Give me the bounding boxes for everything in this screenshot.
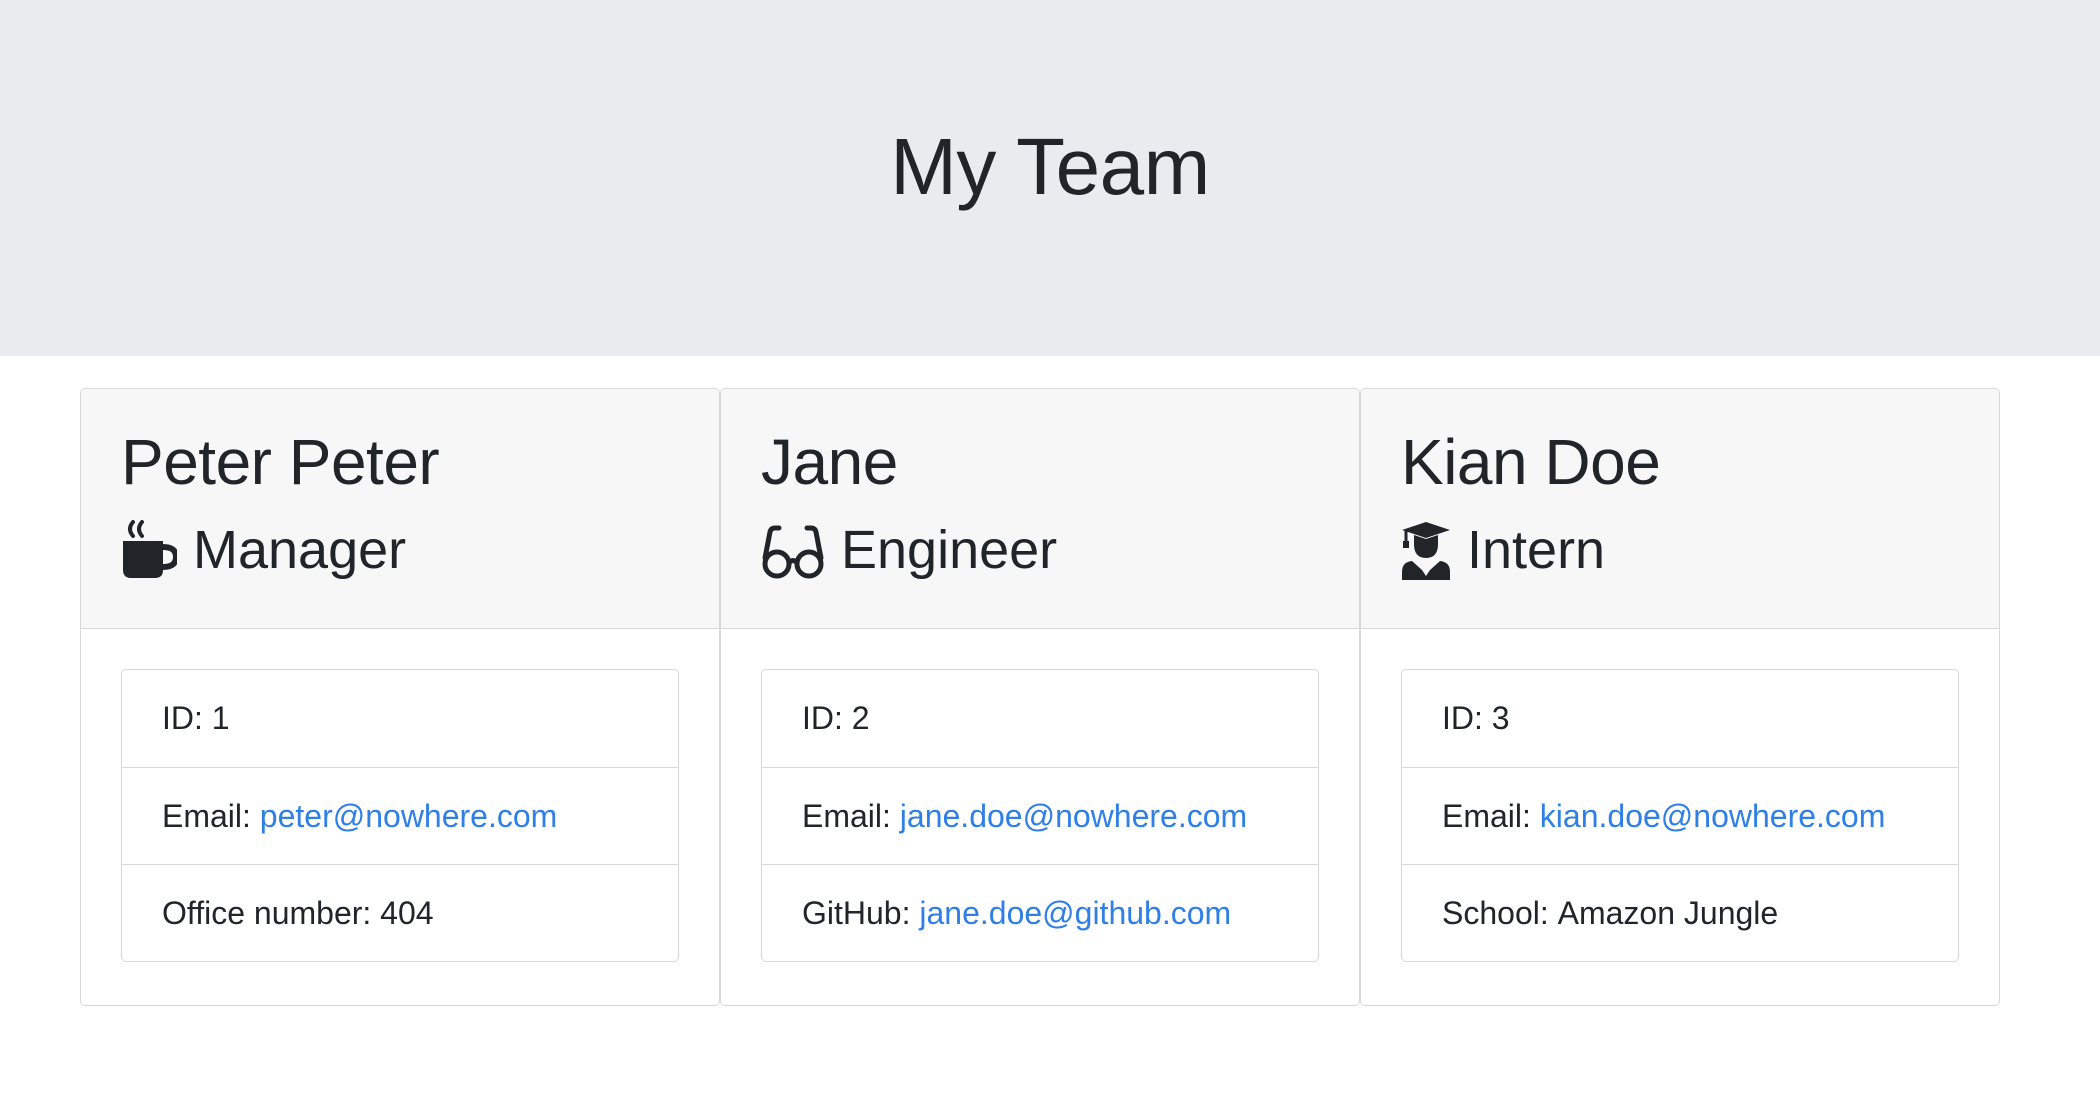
employee-role-label: Intern xyxy=(1467,520,1606,580)
employee-name: Jane xyxy=(761,426,898,498)
employee-name: Kian Doe xyxy=(1401,426,1661,498)
detail-email: Email: peter@nowhere.com xyxy=(122,767,678,864)
page-title: My Team xyxy=(890,122,1210,211)
card-header: Kian Doe Intern xyxy=(1361,389,1999,629)
card-body: ID: 1 Email: peter@nowhere.com Office nu… xyxy=(81,629,719,962)
details-list: ID: 2 Email: jane.doe@nowhere.com GitHub… xyxy=(761,669,1319,962)
detail-id-label: ID: xyxy=(802,700,852,736)
detail-office-number: Office number: 404 xyxy=(122,864,678,961)
team-cards: Peter Peter Manager ID: 1 Email: peter@n… xyxy=(80,388,2001,1008)
employee-card-intern: Kian Doe Intern ID: 3 Email: kian.doe@no… xyxy=(1360,388,2000,1006)
detail-github-label: GitHub: xyxy=(802,894,920,931)
detail-office-number-label: Office number: xyxy=(162,894,381,931)
details-list: ID: 1 Email: peter@nowhere.com Office nu… xyxy=(121,669,679,962)
github-link[interactable]: jane.doe@github.com xyxy=(919,895,1231,932)
detail-id-value: 3 xyxy=(1491,700,1510,736)
detail-id-value: 1 xyxy=(211,700,230,736)
detail-email-label: Email: xyxy=(1442,797,1540,834)
detail-email-label: Email: xyxy=(802,797,900,834)
employee-role-label: Engineer xyxy=(841,520,1058,580)
employee-card-engineer: Jane Engineer ID: 2 Email: jane.doe@nowh… xyxy=(720,388,1360,1006)
card-body: ID: 2 Email: jane.doe@nowhere.com GitHub… xyxy=(721,629,1359,962)
detail-id: ID: 1 xyxy=(122,670,678,767)
employee-role: Manager xyxy=(121,515,719,585)
detail-id-value: 2 xyxy=(851,700,870,736)
detail-email-label: Email: xyxy=(162,797,260,834)
employee-role-label: Manager xyxy=(193,520,407,580)
jumbotron-header: My Team xyxy=(0,0,2100,356)
employee-card-manager: Peter Peter Manager ID: 1 Email: peter@n… xyxy=(80,388,720,1006)
card-header: Jane Engineer xyxy=(721,389,1359,629)
detail-school: School: Amazon Jungle xyxy=(1402,864,1958,961)
glasses-icon xyxy=(761,520,825,580)
detail-github: GitHub: jane.doe@github.com xyxy=(762,864,1318,961)
card-body: ID: 3 Email: kian.doe@nowhere.com School… xyxy=(1361,629,1999,962)
employee-name: Peter Peter xyxy=(121,426,440,498)
employee-role: Intern xyxy=(1401,515,1999,585)
email-link[interactable]: kian.doe@nowhere.com xyxy=(1540,798,1886,835)
coffee-icon xyxy=(121,520,177,580)
card-header: Peter Peter Manager xyxy=(81,389,719,629)
detail-school-value: Amazon Jungle xyxy=(1557,894,1779,931)
detail-id: ID: 2 xyxy=(762,670,1318,767)
detail-id-label: ID: xyxy=(1442,700,1492,736)
user-graduate-icon xyxy=(1401,520,1451,580)
detail-school-label: School: xyxy=(1442,894,1558,931)
detail-office-number-value: 404 xyxy=(380,894,434,931)
detail-email: Email: jane.doe@nowhere.com xyxy=(762,767,1318,864)
email-link[interactable]: jane.doe@nowhere.com xyxy=(900,798,1247,835)
detail-id-label: ID: xyxy=(162,700,212,736)
details-list: ID: 3 Email: kian.doe@nowhere.com School… xyxy=(1401,669,1959,962)
detail-email: Email: kian.doe@nowhere.com xyxy=(1402,767,1958,864)
detail-id: ID: 3 xyxy=(1402,670,1958,767)
email-link[interactable]: peter@nowhere.com xyxy=(260,798,558,835)
employee-role: Engineer xyxy=(761,515,1359,585)
